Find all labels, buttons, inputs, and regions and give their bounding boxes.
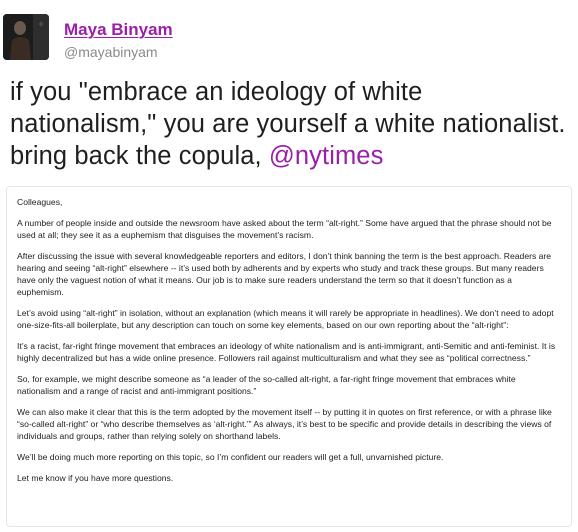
- mention-link[interactable]: @nytimes: [269, 142, 384, 170]
- memo-paragraph: Colleagues,: [17, 197, 63, 207]
- tweet: Maya Binyam @mayabinyam if you "embrace …: [0, 0, 578, 532]
- memo-paragraph: We’ll be doing much more reporting on th…: [17, 452, 444, 462]
- memo-paragraph: We can also make it clear that this is t…: [17, 407, 552, 441]
- memo-paragraph: Let’s avoid using “alt-right” in isolati…: [17, 308, 554, 330]
- memo-paragraph: After discussing the issue with several …: [17, 251, 552, 297]
- memo-paragraph: So, for example, we might describe someo…: [17, 374, 516, 396]
- avatar[interactable]: [3, 14, 49, 60]
- memo-paragraph: Let me know if you have more questions.: [17, 473, 174, 483]
- author-name[interactable]: Maya Binyam: [64, 20, 173, 40]
- tweet-text: if you "embrace an ideology of white nat…: [10, 76, 570, 172]
- memo-paragraph: It’s a racist, far-right fringe movement…: [17, 341, 556, 363]
- memo-paragraph: A number of people inside and outside th…: [17, 218, 552, 240]
- memo-image[interactable]: Colleagues, A number of people inside an…: [6, 186, 572, 527]
- author-handle: @mayabinyam: [64, 44, 158, 60]
